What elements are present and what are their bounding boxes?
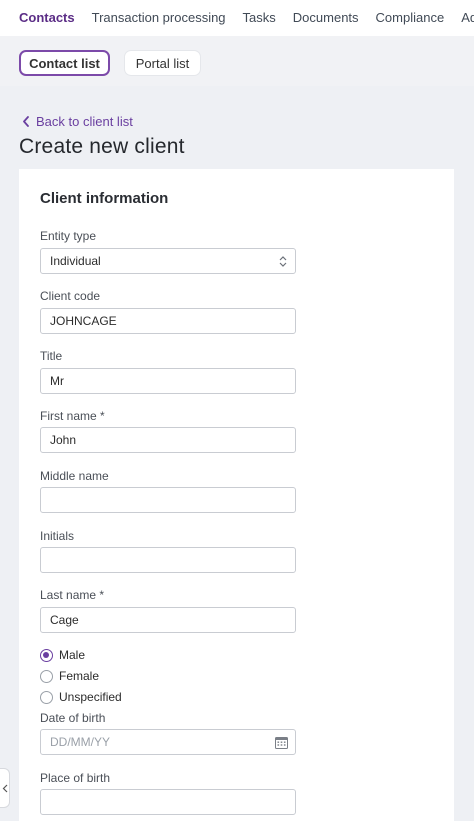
- gender-female-label: Female: [59, 669, 100, 683]
- last-name-input[interactable]: Cage: [40, 607, 296, 633]
- gender-option-male[interactable]: Male: [40, 648, 85, 662]
- first-name-value: John: [50, 433, 77, 447]
- page-title: Create new client: [19, 135, 185, 158]
- initials-label: Initials: [40, 529, 75, 543]
- calendar-icon[interactable]: [275, 736, 288, 749]
- collapse-sidebar-handle[interactable]: [0, 768, 10, 808]
- select-arrows-icon: [279, 256, 287, 267]
- back-to-client-list-link[interactable]: Back to client list: [22, 114, 133, 129]
- first-name-label: First name *: [40, 409, 105, 423]
- title-input[interactable]: Mr: [40, 368, 296, 394]
- place-of-birth-label: Place of birth: [40, 771, 111, 785]
- entity-type-value: Individual: [50, 254, 101, 268]
- middle-name-input[interactable]: [40, 487, 296, 513]
- radio-unspecified[interactable]: [40, 690, 53, 704]
- first-name-input[interactable]: John: [40, 427, 296, 453]
- nav-compliance[interactable]: Compliance: [376, 0, 445, 36]
- nav-contacts[interactable]: Contacts: [19, 0, 75, 36]
- card-title: Client information: [40, 190, 169, 207]
- gender-option-female[interactable]: Female: [40, 669, 99, 683]
- sub-navigation: Contact list Portal list: [0, 36, 474, 86]
- gender-male-label: Male: [59, 648, 86, 662]
- client-code-input[interactable]: JOHNCAGE: [40, 308, 296, 334]
- nav-advisory[interactable]: Advisory: [461, 0, 474, 36]
- title-value: Mr: [50, 374, 64, 388]
- client-code-label: Client code: [40, 289, 101, 303]
- entity-type-label: Entity type: [40, 229, 97, 243]
- gender-option-unspecified[interactable]: Unspecified: [40, 690, 122, 704]
- gender-unspecified-label: Unspecified: [59, 690, 122, 704]
- title-label: Title: [40, 349, 63, 363]
- client-information-card: Client information Entity type Individua…: [19, 169, 454, 821]
- initials-input[interactable]: [40, 547, 296, 573]
- tab-portal-list[interactable]: Portal list: [124, 50, 201, 76]
- last-name-label: Last name *: [40, 588, 105, 602]
- back-link-label: Back to client list: [36, 114, 133, 129]
- radio-female[interactable]: [40, 669, 53, 683]
- tab-contact-list[interactable]: Contact list: [19, 50, 110, 76]
- nav-documents[interactable]: Documents: [293, 0, 359, 36]
- chevron-left-icon: [23, 116, 29, 127]
- entity-type-select[interactable]: Individual: [40, 248, 296, 274]
- middle-name-label: Middle name: [40, 469, 109, 483]
- client-code-value: JOHNCAGE: [50, 314, 117, 328]
- nav-transaction-processing[interactable]: Transaction processing: [92, 0, 226, 36]
- date-of-birth-label: Date of birth: [40, 711, 106, 725]
- date-of-birth-placeholder: DD/MM/YY: [50, 735, 110, 749]
- collapse-sidebar-icon: [2, 784, 7, 792]
- last-name-value: Cage: [50, 613, 79, 627]
- nav-tasks[interactable]: Tasks: [243, 0, 276, 36]
- top-navigation: Contacts Transaction processing Tasks Do…: [0, 0, 474, 36]
- radio-male[interactable]: [40, 648, 53, 662]
- place-of-birth-input[interactable]: [40, 789, 296, 815]
- date-of-birth-input[interactable]: DD/MM/YY: [40, 729, 296, 755]
